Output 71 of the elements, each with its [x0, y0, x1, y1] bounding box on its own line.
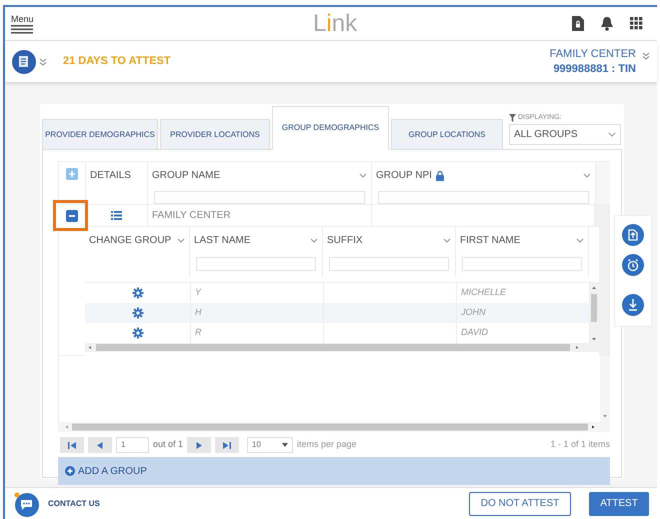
page-count-text: out of 1: [153, 438, 184, 452]
double-chevron-icon[interactable]: [39, 58, 47, 66]
column-header: SUFFIX: [327, 234, 363, 248]
apps-grid-icon[interactable]: [630, 17, 643, 30]
previous-page-button[interactable]: [88, 437, 112, 453]
filter-field[interactable]: [378, 191, 589, 204]
table-cell: FAMILY CENTER: [147, 205, 371, 226]
chevron-down-icon[interactable]: [608, 132, 616, 137]
menu-button[interactable]: Menu: [11, 14, 39, 34]
horizontal-scrollbar[interactable]: [58, 422, 610, 432]
column-header: DETAILS: [90, 169, 131, 183]
add-group-button[interactable]: ADD A GROUP: [58, 457, 610, 485]
do-not-attest-button[interactable]: DO NOT ATTEST: [469, 492, 571, 516]
filter-field[interactable]: [196, 257, 316, 271]
attest-button[interactable]: ATTEST: [589, 492, 649, 516]
page-size-dropdown[interactable]: 10: [247, 437, 294, 453]
list-icon[interactable]: [111, 211, 122, 220]
collapse-icon[interactable]: [66, 210, 78, 222]
gear-icon[interactable]: [132, 307, 144, 319]
download-icon[interactable]: [622, 294, 644, 316]
days-to-attest-text: 21 DAYS TO ATTEST: [63, 54, 171, 70]
plus-circle-icon: [65, 466, 75, 476]
chevron-down-icon[interactable]: [576, 238, 584, 243]
chevron-down-icon[interactable]: [310, 238, 318, 243]
horizontal-scrollbar[interactable]: [85, 343, 599, 352]
caret-down-icon: [282, 443, 288, 447]
expand-all-icon[interactable]: [66, 168, 78, 180]
column-header: LAST NAME: [194, 234, 250, 248]
app-logo: Link: [313, 10, 358, 38]
column-header: CHANGE GROUP: [89, 234, 172, 248]
chevron-down-icon[interactable]: [359, 173, 367, 178]
column-header: GROUP NPI: [376, 169, 432, 183]
filter-icon: [509, 114, 516, 122]
document-icon[interactable]: [12, 50, 36, 74]
filter-field[interactable]: [154, 191, 365, 204]
tab[interactable]: GROUP DEMOGRAPHICS: [272, 106, 389, 150]
hamburger-icon: [11, 24, 33, 34]
organization-name: FAMILY CENTER: [550, 46, 636, 62]
contact-us-link[interactable]: CONTACT US: [48, 498, 100, 510]
last-page-icon: [223, 442, 232, 448]
gear-icon[interactable]: [132, 327, 144, 339]
bell-icon[interactable]: [600, 16, 614, 31]
document-lock-icon[interactable]: [572, 16, 584, 31]
tab[interactable]: PROVIDER LOCATIONS: [160, 119, 270, 150]
tab[interactable]: PROVIDER DEMOGRAPHICS: [42, 119, 158, 150]
displaying-dropdown[interactable]: ALL GROUPS: [509, 124, 621, 145]
next-page-button[interactable]: [187, 437, 212, 453]
gear-icon[interactable]: [132, 287, 144, 299]
column-header: FIRST NAME: [460, 234, 520, 248]
items-summary-text: 1 - 1 of 1 items: [550, 438, 610, 452]
chevron-down-icon[interactable]: [443, 238, 451, 243]
double-chevron-icon[interactable]: [642, 52, 650, 60]
tin-text: 999988881 : TIN: [553, 62, 636, 76]
lock-icon: [436, 170, 444, 180]
filter-field[interactable]: [462, 257, 582, 271]
previous-page-icon: [96, 442, 104, 448]
first-page-icon: [68, 442, 76, 448]
chevron-down-icon[interactable]: [177, 238, 185, 243]
next-page-icon: [195, 442, 204, 448]
last-page-button[interactable]: [215, 437, 240, 453]
vertical-scrollbar[interactable]: [600, 356, 610, 422]
document-upload-icon[interactable]: [622, 224, 644, 246]
items-per-page-label: items per page: [297, 438, 357, 452]
column-header: GROUP NAME: [152, 169, 220, 183]
first-page-button[interactable]: [60, 437, 84, 453]
chevron-down-icon[interactable]: [583, 173, 591, 178]
alarm-clock-icon[interactable]: [622, 254, 644, 276]
chat-icon[interactable]: [13, 490, 39, 516]
filter-field[interactable]: [329, 257, 449, 271]
tab[interactable]: GROUP LOCATIONS: [391, 119, 503, 150]
page-field[interactable]: 1: [116, 437, 149, 453]
